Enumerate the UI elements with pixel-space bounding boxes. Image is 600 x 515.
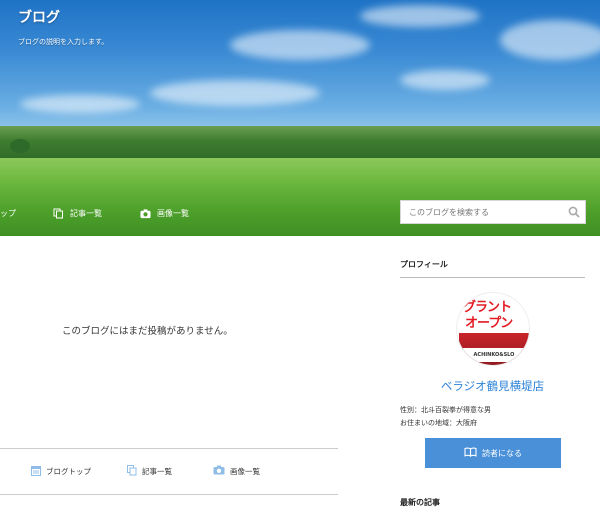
cloud-decoration — [500, 20, 600, 60]
nav-item-label: トップ — [0, 208, 16, 218]
cloud-decoration — [150, 80, 320, 106]
nav-item-top[interactable]: トップ — [0, 205, 16, 221]
cloud-decoration — [400, 70, 490, 90]
footer-nav-label: 記事一覧 — [142, 467, 172, 476]
treeline-decoration — [0, 126, 600, 162]
profile-gender: 性別：北斗百裂拳が得意な男 — [400, 406, 491, 414]
nav-item-images[interactable]: 画像一覧 — [140, 205, 189, 221]
empty-posts-message: このブログにはまだ投稿がありません。 — [62, 326, 233, 337]
camera-icon — [213, 465, 225, 477]
footer-nav-blog-top[interactable]: ブログトップ — [31, 465, 91, 478]
search-icon[interactable] — [563, 201, 585, 223]
footer-nav-articles[interactable]: 記事一覧 — [127, 465, 172, 478]
search-box — [400, 200, 586, 224]
nav-item-label: 画像一覧 — [157, 208, 189, 218]
calendar-icon — [31, 465, 41, 478]
nav-item-articles[interactable]: 記事一覧 — [53, 205, 102, 221]
documents-icon — [127, 465, 137, 478]
cloud-decoration — [20, 95, 140, 113]
blog-title[interactable]: ブログ — [18, 7, 60, 27]
divider — [0, 494, 338, 495]
divider — [400, 277, 585, 278]
recent-articles-heading: 最新の記事 — [400, 498, 440, 507]
search-input[interactable] — [401, 201, 563, 223]
documents-icon — [53, 208, 64, 219]
camera-icon — [140, 208, 151, 219]
footer-nav-label: ブログトップ — [46, 467, 91, 476]
footer-nav-images[interactable]: 画像一覧 — [213, 465, 260, 477]
follow-button-label: 読者になる — [482, 448, 522, 458]
profile-heading: プロフィール — [400, 260, 448, 269]
follow-button[interactable]: 読者になる — [425, 438, 561, 468]
avatar-sign: ACHINKO&SLO — [463, 348, 525, 362]
divider — [0, 448, 338, 449]
book-icon — [464, 447, 477, 459]
nav-item-label: 記事一覧 — [70, 208, 102, 218]
cloud-decoration — [360, 5, 480, 27]
profile-location: お住まいの地域：大阪府 — [400, 419, 477, 427]
avatar-text: オープン — [465, 316, 513, 331]
field-decoration — [0, 158, 600, 236]
cloud-decoration — [230, 30, 370, 60]
blog-description: ブログの説明を入力します。 — [18, 38, 109, 46]
profile-name-link[interactable]: ベラジオ鶴見横堤店 — [400, 378, 585, 394]
footer-nav-label: 画像一覧 — [230, 466, 260, 476]
avatar[interactable]: グラント オープン ACHINKO&SLO — [456, 292, 530, 366]
